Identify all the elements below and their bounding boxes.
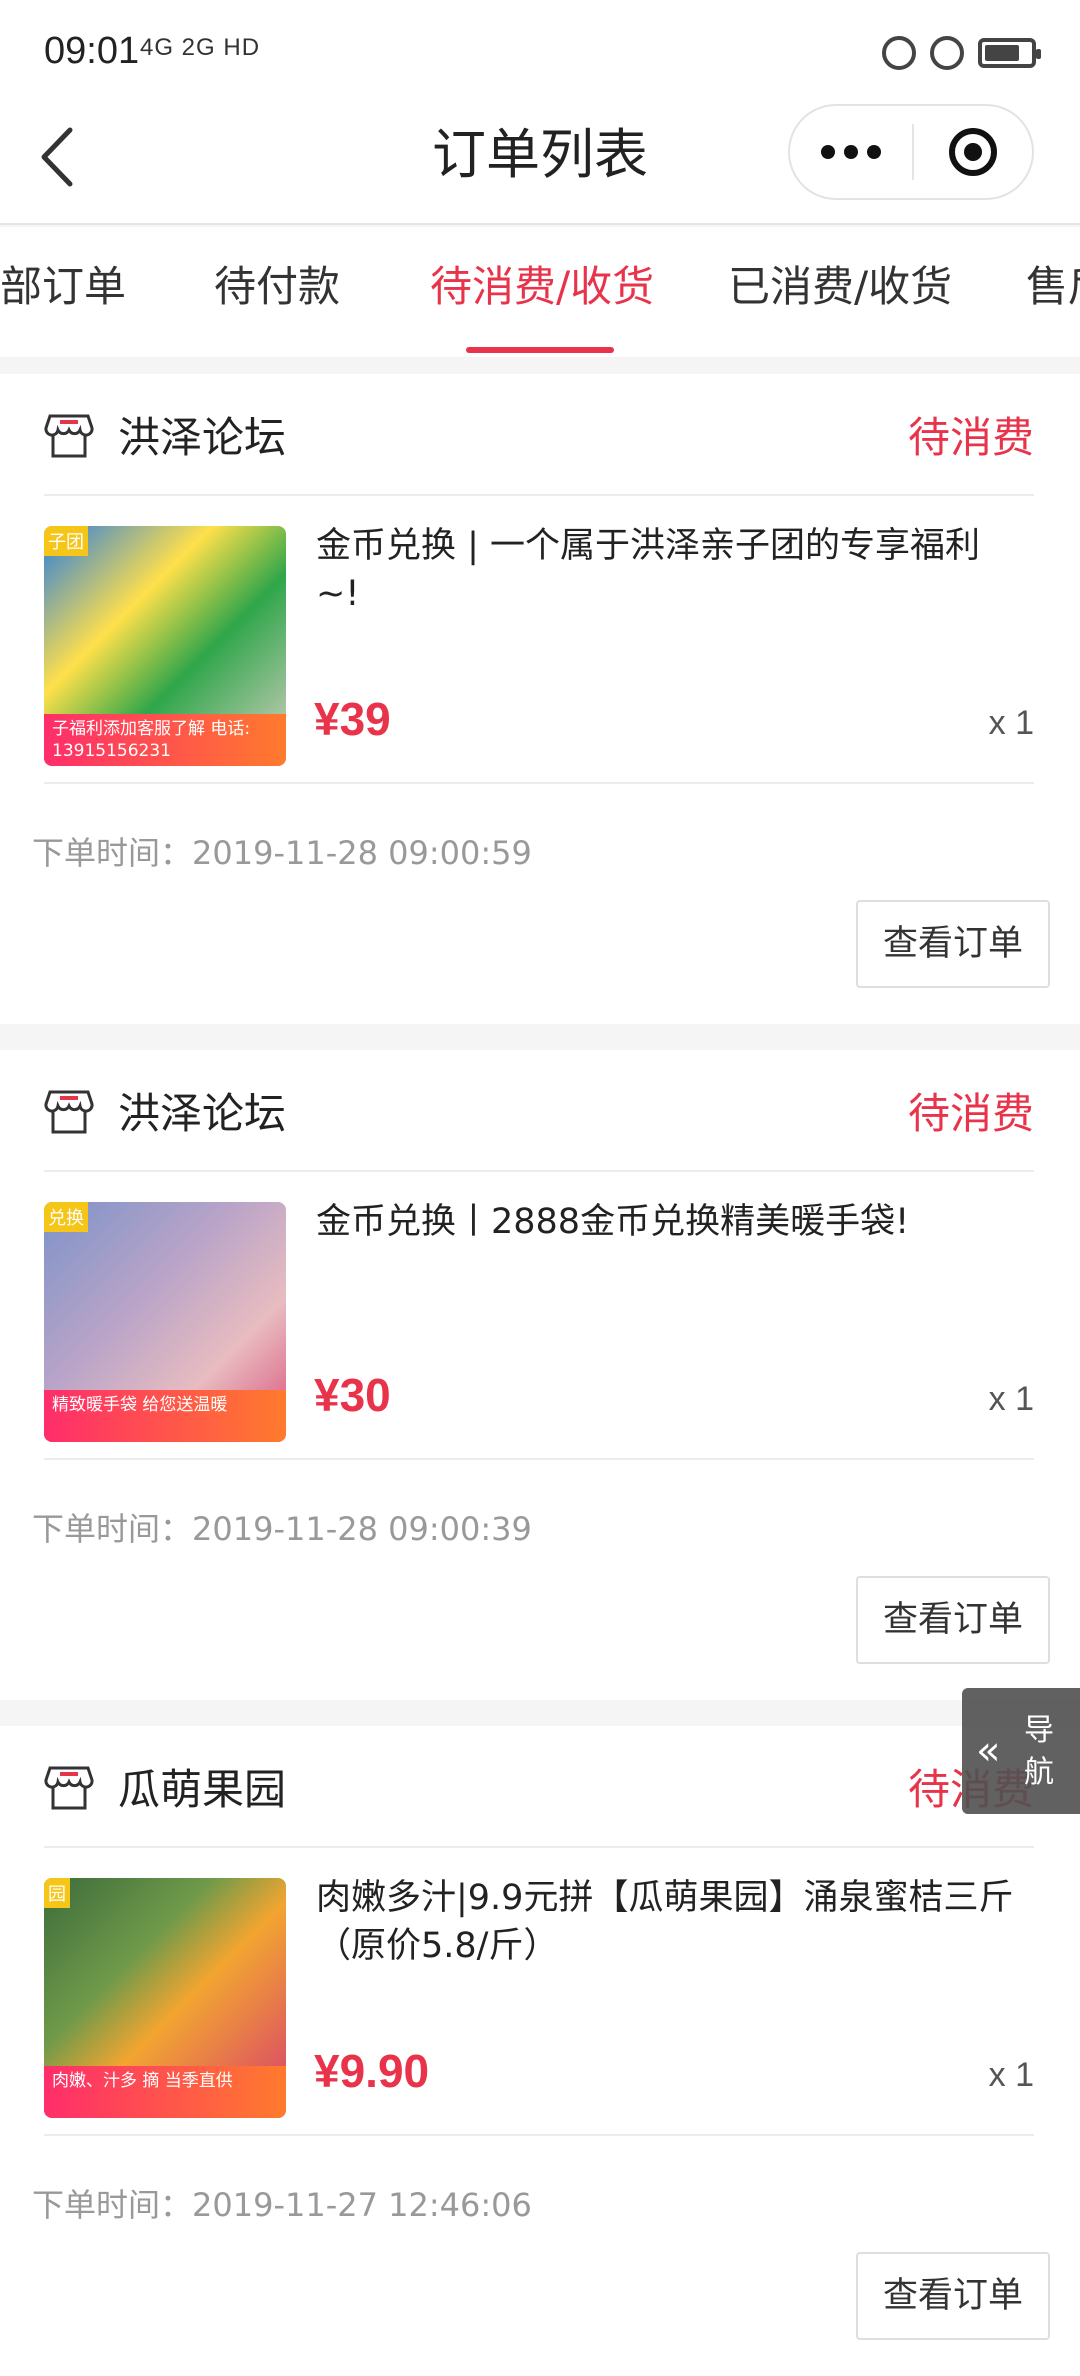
shop-name[interactable]: 瓜萌果园	[118, 1760, 286, 1820]
view-order-button[interactable]: 查看订单	[856, 900, 1050, 988]
alarm-icon	[930, 36, 964, 70]
product-price: ¥9.90	[314, 2045, 430, 2097]
floating-nav-label: 导航	[1024, 1713, 1054, 1790]
order-time: 下单时间：2019-11-28 09:00:39	[32, 1510, 532, 1548]
order-card: 瓜萌果园 待消费 园 肉嫩、汁多 摘 当季直供 肉嫩多汁|9.9元拼【瓜萌果园】…	[0, 1726, 1080, 2376]
order-card: 洪泽论坛 待消费 兑换 精致暖手袋 给您送温暖 金币兑换丨2888金币兑换精美暖…	[0, 1050, 1080, 1700]
product-quantity: x 1	[988, 704, 1034, 742]
product-image[interactable]: 子团 子福利添加客服了解 电话: 13915156231	[44, 526, 286, 766]
product-title[interactable]: 肉嫩多汁|9.9元拼【瓜萌果园】涌泉蜜桔三斤（原价5.8/斤）	[316, 1874, 1016, 1970]
tab-after-sale[interactable]: 售后	[1026, 257, 1080, 317]
close-miniprogram-button[interactable]	[914, 128, 1032, 176]
active-tab-indicator	[466, 347, 614, 353]
shop-name[interactable]: 洪泽论坛	[118, 1084, 286, 1144]
product-title[interactable]: 金币兑换 | 一个属于洪泽亲子团的专享福利~!	[316, 522, 1016, 618]
tab-consumed[interactable]: 已消费/收货	[728, 257, 952, 317]
tab-pending-payment[interactable]: 待付款	[214, 257, 340, 317]
order-status: 待消费	[907, 1089, 1034, 1138]
product-image[interactable]: 园 肉嫩、汁多 摘 当季直供	[44, 1878, 286, 2118]
more-icon[interactable]	[790, 106, 912, 198]
product-title[interactable]: 金币兑换丨2888金币兑换精美暖手袋!	[316, 1198, 1016, 1246]
nav-bar: 订单列表	[0, 100, 1080, 225]
product-price: ¥30	[314, 1369, 391, 1421]
target-icon	[949, 128, 997, 176]
double-chevron-left-icon: «	[976, 1728, 1001, 1774]
order-time: 下单时间：2019-11-28 09:00:59	[32, 834, 532, 872]
status-icons	[882, 36, 1041, 70]
lock-rotation-icon	[882, 36, 916, 70]
shop-name[interactable]: 洪泽论坛	[118, 408, 286, 468]
product-image[interactable]: 兑换 精致暖手袋 给您送温暖	[44, 1202, 286, 1442]
status-bar: 09:01 4G 2G HD	[0, 0, 1080, 100]
tab-all-orders[interactable]: 部订单	[0, 257, 126, 317]
tab-pending-consume[interactable]: 待消费/收货	[430, 257, 654, 317]
product-quantity: x 1	[988, 2056, 1034, 2094]
view-order-button[interactable]: 查看订单	[856, 2252, 1050, 2340]
order-time: 下单时间：2019-11-27 12:46:06	[32, 2186, 532, 2224]
battery-icon	[978, 38, 1041, 68]
shop-icon	[44, 414, 94, 458]
network-indicator: 4G 2G HD	[140, 34, 261, 61]
mini-program-capsule	[788, 104, 1034, 200]
product-price: ¥39	[314, 693, 391, 745]
floating-nav-button[interactable]: « 导航	[962, 1688, 1080, 1814]
shop-icon	[44, 1766, 94, 1810]
order-card: 洪泽论坛 待消费 子团 子福利添加客服了解 电话: 13915156231 金币…	[0, 374, 1080, 1024]
view-order-button[interactable]: 查看订单	[856, 1576, 1050, 1664]
status-time: 09:01	[44, 30, 140, 72]
shop-icon	[44, 1090, 94, 1134]
order-status: 待消费	[907, 413, 1034, 462]
order-tabs: 部订单 待付款 待消费/收货 已消费/收货 售后	[0, 227, 1080, 357]
product-quantity: x 1	[988, 1380, 1034, 1418]
